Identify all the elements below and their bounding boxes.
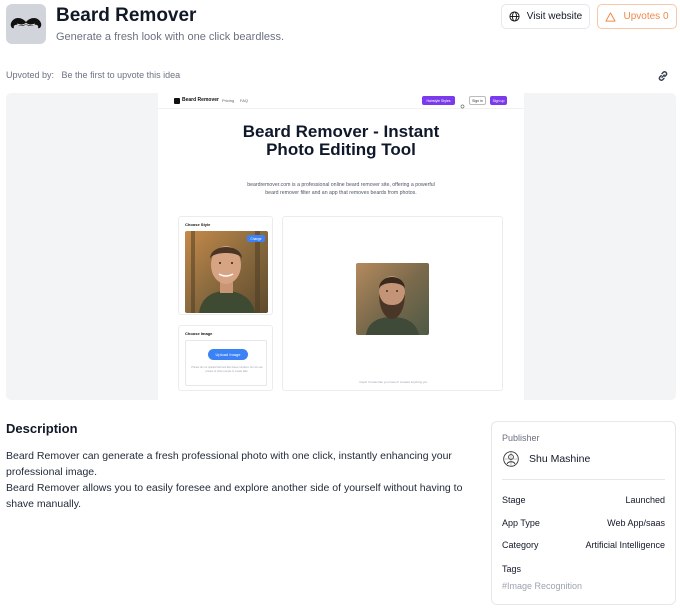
publisher-name[interactable]: Shu Mashine	[529, 453, 590, 465]
preview-upload-area: Upload Image Photos do not upload that l…	[185, 340, 267, 386]
publisher-divider	[502, 479, 665, 480]
preview-choose-image-label: Choose Image	[185, 331, 213, 336]
app-type-label: App Type	[502, 518, 540, 528]
preview-choose-image-card: Choose Image Upload Image Photos do not …	[178, 325, 273, 391]
upvoted-by-value: Be the first to upvote this idea	[61, 70, 181, 80]
preview-hero-desc: beardremover.com is a professional onlin…	[247, 182, 435, 196]
preview-brand: Beard Remover	[182, 97, 219, 103]
preview-signin-button: Sign in	[469, 96, 486, 105]
app-type-value: Web App/saas	[607, 518, 665, 528]
preview-nav-faq: FAQ	[240, 98, 249, 103]
preview-nav-pricing: Pricing	[222, 98, 235, 103]
preview-result-card: Oops! It looks like you haven't created …	[282, 216, 503, 391]
description-body: Beard Remover can generate a fresh profe…	[6, 448, 481, 512]
preview-shaved-photo	[185, 231, 268, 313]
description-paragraph: Beard Remover allows you to easily fores…	[6, 482, 463, 510]
preview-site: Beard Remover Pricing FAQ Hairstyle Styl…	[158, 93, 524, 400]
preview-hero-title: Beard Remover - Instant Photo Editing To…	[242, 122, 440, 159]
globe-icon	[509, 11, 520, 22]
preview-signup-button: Sign up	[490, 96, 507, 105]
link-icon[interactable]	[656, 69, 670, 83]
app-logo	[6, 4, 46, 44]
triangle-up-icon	[605, 11, 617, 22]
page-title: Beard Remover	[56, 5, 197, 26]
page-tagline: Generate a fresh look with one click bea…	[56, 31, 285, 43]
description-paragraph: Beard Remover can generate a fresh profe…	[6, 450, 452, 478]
preview-upload-button: Upload Image	[208, 349, 248, 360]
tags-label: Tags	[502, 564, 522, 574]
publisher-card: Publisher Shu Mashine Stage Launched App…	[491, 421, 676, 605]
visit-website-label: Visit website	[526, 11, 583, 22]
publisher-avatar-icon[interactable]	[503, 451, 519, 467]
mustache-icon	[10, 18, 42, 29]
preview-logo-icon	[174, 98, 180, 104]
upvote-count-label: Upvotes 0	[623, 11, 669, 22]
tag-image-recognition[interactable]: #Image Recognition	[502, 581, 582, 591]
upvoted-by-row: Upvoted by: Be the first to upvote this …	[6, 70, 180, 80]
publisher-label: Publisher	[502, 433, 540, 443]
stage-label: Stage	[502, 495, 526, 505]
upvoted-by-label: Upvoted by:	[6, 70, 55, 80]
visit-website-button[interactable]: Visit website	[501, 4, 590, 29]
preview-bearded-photo	[356, 263, 429, 335]
category-label: Category	[502, 540, 539, 550]
preview-upload-hint: Photos do not upload that look like thes…	[191, 366, 263, 373]
category-value: Artificial Intelligence	[585, 540, 665, 550]
website-preview[interactable]: Beard Remover Pricing FAQ Hairstyle Styl…	[6, 93, 676, 400]
stage-value: Launched	[625, 495, 665, 505]
preview-hairstyles-button: Hairstyle Styles	[422, 96, 455, 105]
upvote-button[interactable]: Upvotes 0	[597, 4, 677, 29]
preview-nav: Beard Remover Pricing FAQ Hairstyle Styl…	[158, 93, 524, 109]
preview-change-chip: Change	[247, 235, 265, 242]
description-heading: Description	[6, 421, 78, 436]
preview-choose-style-label: Choose Style	[185, 222, 211, 227]
preview-choose-style-card: Choose Style Change	[178, 216, 273, 315]
preview-result-caption: Oops! It looks like you haven't created …	[359, 380, 428, 384]
preview-sun-icon	[459, 97, 466, 109]
